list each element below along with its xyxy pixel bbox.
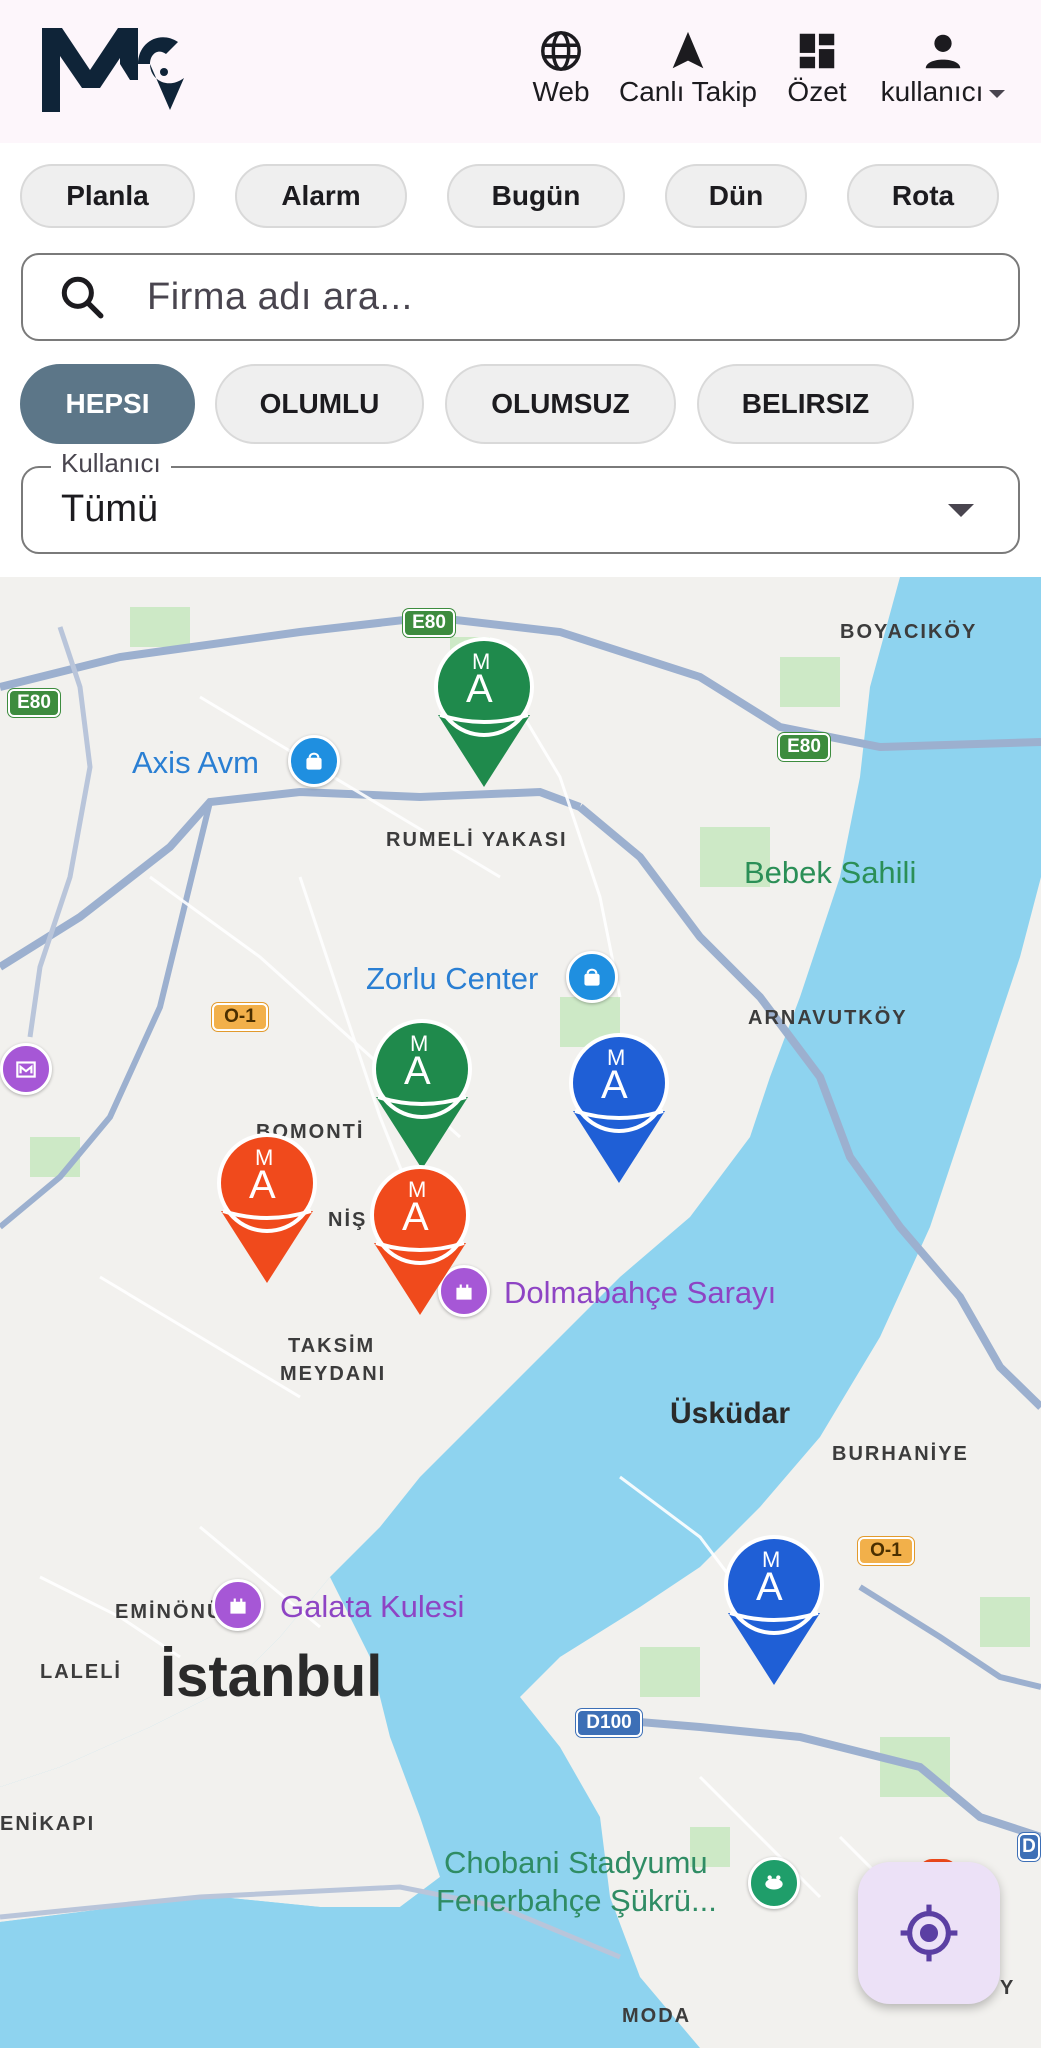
marker-green[interactable]: M A — [432, 637, 536, 797]
map-base-layer — [0, 577, 1041, 2048]
city-label-uskudar: Üsküdar — [670, 1397, 791, 1430]
shopping-bag-icon[interactable] — [288, 735, 340, 787]
road-badge-d-edge: D — [1018, 1833, 1040, 1861]
nav-summary[interactable]: Özet — [782, 28, 852, 118]
district-label: EMİNÖNÜ — [115, 1601, 224, 1623]
road-badge-e80-west: E80 — [8, 689, 60, 717]
district-label: BURHANİYE — [832, 1443, 969, 1465]
castle-icon[interactable] — [212, 1579, 264, 1631]
status-chip-hepsi[interactable]: HEPSI — [20, 364, 195, 444]
poi-label-galata[interactable]: Galata Kulesi — [280, 1589, 464, 1625]
poi-label-chobani-2[interactable]: Fenerbahçe Şükrü... — [436, 1883, 717, 1919]
status-chip-belirsiz[interactable]: BELIRSIZ — [697, 364, 914, 444]
filter-chip-planla[interactable]: Planla — [20, 164, 195, 228]
dashboard-icon — [799, 33, 835, 69]
poi-label-chobani-1[interactable]: Chobani Stadyumu — [444, 1845, 708, 1881]
status-chip-olumsuz[interactable]: OLUMSUZ — [445, 364, 676, 444]
globe-icon — [541, 31, 581, 71]
marker-red[interactable]: M A — [368, 1165, 472, 1325]
district-label: ENİKAPI — [0, 1813, 96, 1835]
shopping-bag-icon[interactable] — [566, 951, 618, 1003]
nav-summary-label: Özet — [787, 76, 847, 107]
app-header: Web Canlı Takip Özet kullanıcı — [0, 0, 1041, 143]
district-label: BOYACIKÖY — [840, 621, 978, 643]
road-badge-e80: E80 — [403, 609, 455, 637]
district-label: RUMELİ YAKASI — [386, 829, 568, 851]
district-label: MEYDANI — [280, 1363, 387, 1385]
city-label-istanbul: İstanbul — [160, 1644, 383, 1709]
marker-letter-a: A — [249, 1163, 276, 1207]
marker-blue[interactable]: M A — [567, 1033, 671, 1193]
filter-chip-alarm[interactable]: Alarm — [235, 164, 407, 228]
district-label: Y — [1000, 1977, 1016, 1999]
filter-chip-rota[interactable]: Rota — [847, 164, 999, 228]
nav-live-tracking[interactable]: Canlı Takip — [610, 28, 766, 118]
search-icon — [61, 276, 104, 319]
marker-green[interactable]: M A — [370, 1019, 474, 1179]
user-dropdown[interactable]: Kullanıcı Tümü — [21, 448, 1020, 554]
poi-label-dolmabahce[interactable]: Dolmabahçe Sarayı — [504, 1275, 776, 1311]
crosshair-location-icon — [900, 1904, 958, 1962]
caret-down-icon — [989, 90, 1006, 98]
marker-letter-a: A — [756, 1565, 783, 1609]
road-badge-o1-east: O-1 — [858, 1537, 914, 1565]
nav-user-menu[interactable]: kullanıcı — [870, 28, 1016, 118]
road-badge-d100: D100 — [576, 1709, 642, 1737]
poi-label-bebek[interactable]: Bebek Sahili — [744, 855, 916, 891]
district-label: ARNAVUTKÖY — [748, 1007, 908, 1029]
stadium-icon[interactable] — [748, 1857, 800, 1909]
marker-letter-a: A — [404, 1049, 431, 1093]
mc-logo[interactable] — [38, 20, 188, 126]
filter-chip-bugun[interactable]: Bugün — [447, 164, 625, 228]
road-badge-o1-west: O-1 — [212, 1003, 268, 1031]
nav-web[interactable]: Web — [528, 28, 594, 118]
marker-letter-a: A — [466, 667, 493, 711]
district-label: NİŞ — [328, 1209, 368, 1231]
district-label: LALELİ — [40, 1661, 122, 1683]
district-label: MODA — [622, 2005, 692, 2027]
dropdown-arrow-icon — [948, 504, 974, 517]
status-chip-olumlu[interactable]: OLUMLU — [215, 364, 424, 444]
poi-label-axis[interactable]: Axis Avm — [132, 745, 259, 781]
marker-letter-a: A — [402, 1195, 429, 1239]
poi-label-zorlu[interactable]: Zorlu Center — [366, 961, 538, 997]
filter-chip-dun[interactable]: Dün — [665, 164, 807, 228]
map-view[interactable]: E80 E80 E80 O-1 O-1 D100 D BOYACIKÖY RUM… — [0, 577, 1041, 2048]
nav-user-label: kullanıcı — [880, 76, 984, 107]
search-input[interactable] — [145, 274, 969, 320]
road-badge-e80-east: E80 — [778, 733, 830, 761]
nav-live-tracking-label: Canlı Takip — [618, 76, 757, 107]
my-location-button[interactable] — [858, 1862, 1000, 2004]
search-box[interactable] — [21, 253, 1020, 341]
user-dropdown-label: Kullanıcı — [51, 448, 171, 479]
marker-letter-a: A — [601, 1063, 628, 1107]
person-icon — [925, 34, 961, 69]
marker-blue[interactable]: M A — [722, 1535, 826, 1695]
navigation-arrow-icon — [672, 31, 704, 69]
nav-web-label: Web — [532, 76, 590, 107]
marker-red[interactable]: M A — [215, 1133, 319, 1293]
district-label: TAKSİM — [288, 1335, 376, 1357]
museum-icon[interactable] — [0, 1043, 52, 1095]
user-dropdown-value: Tümü — [61, 488, 159, 530]
